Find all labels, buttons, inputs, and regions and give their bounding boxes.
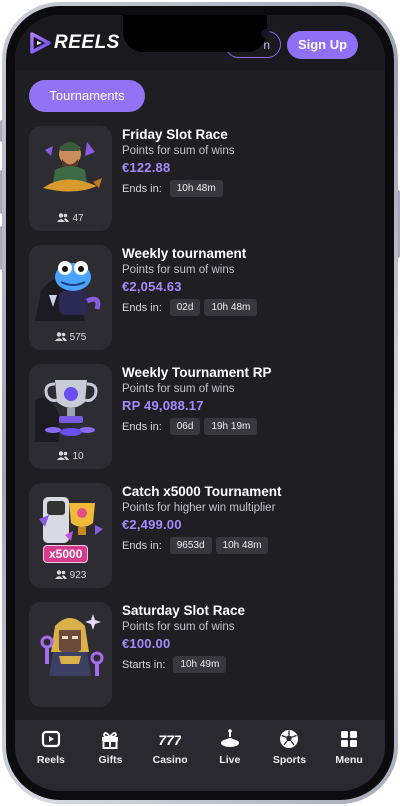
tournament-info: Weekly Tournament RP Points for sum of w…: [122, 364, 367, 435]
timer-chip: 9653d: [169, 537, 212, 554]
tournament-thumbnail[interactable]: x5000 923: [29, 483, 112, 588]
tournament-card[interactable]: 10 Weekly Tournament RP Points for sum o…: [29, 364, 369, 473]
player-count: 47: [29, 213, 112, 224]
top-bar: REELS n Sign Up: [15, 15, 385, 70]
tournament-thumbnail[interactable]: [29, 602, 112, 707]
tournament-card[interactable]: x5000 923 Catch x5000 Tournament Points f…: [29, 483, 369, 592]
timer-row: Ends in: 02d 10h 48m: [122, 299, 367, 316]
tournament-info: Catch x5000 Tournament Points for higher…: [122, 483, 367, 554]
player-count-value: 47: [72, 213, 84, 224]
timer-label: Starts in:: [122, 658, 166, 671]
nav-item-reels[interactable]: Reels: [23, 728, 79, 791]
tournament-title[interactable]: Weekly tournament: [122, 245, 367, 262]
reels-logo-icon: [30, 32, 51, 54]
tournament-prize: €100.00: [122, 636, 171, 651]
tournament-prize: €2,499.00: [122, 517, 182, 532]
nav-item-gifts[interactable]: Gifts: [82, 728, 138, 791]
tournament-prize: €2,054.63: [122, 279, 182, 294]
timer-row: Starts in: 10h 49m: [122, 656, 367, 673]
phone-bezel: REELS n Sign Up Tournaments 47 Friday Sl…: [6, 6, 394, 800]
pharaoh-art-icon: [40, 614, 104, 676]
timer-label: Ends in:: [122, 182, 162, 195]
player-count-value: 575: [69, 332, 87, 343]
timer-row: Ends in: 10h 48m: [122, 180, 367, 197]
timer-label: Ends in:: [122, 539, 162, 552]
trophy-art-icon: [35, 380, 98, 442]
x5000-badge: x5000: [43, 545, 89, 563]
nav-label: Casino: [152, 754, 188, 766]
nav-item-sports[interactable]: Sports: [261, 728, 317, 791]
player-count-value: 10: [72, 451, 84, 462]
tournament-list: 47 Friday Slot Race Points for sum of wi…: [29, 126, 369, 721]
timer-row: Ends in: 06d 19h 19m: [122, 418, 367, 435]
timer-row: Ends in: 9653d 10h 48m: [122, 537, 367, 554]
player-count: 575: [29, 332, 112, 343]
timer-chip: 02d: [169, 299, 201, 316]
tournament-thumbnail[interactable]: 47: [29, 126, 112, 231]
brand-name: REELS: [54, 32, 120, 53]
tournament-thumbnail[interactable]: 575: [29, 245, 112, 350]
tournament-prize: RP 49,088.17: [122, 398, 204, 413]
tournament-card[interactable]: Saturday Slot Race Points for sum of win…: [29, 602, 369, 711]
timer-chip: 10h 48m: [169, 180, 223, 197]
player-count: 923: [29, 570, 112, 581]
tournament-title[interactable]: Weekly Tournament RP: [122, 364, 367, 381]
tournament-description: Points for sum of wins: [122, 264, 235, 276]
nav-item-casino[interactable]: 777 Casino: [142, 728, 198, 791]
tournament-description: Points for sum of wins: [122, 383, 235, 395]
timer-chip: 06d: [169, 418, 201, 435]
roulette-icon: [220, 729, 239, 747]
gift-icon: [102, 732, 119, 749]
phone-frame: REELS n Sign Up Tournaments 47 Friday Sl…: [2, 2, 398, 804]
camera-notch: [123, 15, 270, 52]
grid-icon: [341, 731, 358, 747]
users-icon: [57, 451, 70, 460]
tournament-card[interactable]: 47 Friday Slot Race Points for sum of wi…: [29, 126, 369, 235]
nav-label: Live: [219, 754, 241, 766]
frog-art-icon: [35, 261, 101, 321]
tournament-prize: €122.88: [122, 160, 171, 175]
brand-logo[interactable]: REELS: [29, 32, 120, 54]
timer-chip: 10h 49m: [173, 656, 227, 673]
tournament-info: Friday Slot Race Points for sum of wins …: [122, 126, 367, 197]
nav-label: Gifts: [98, 754, 123, 766]
fisherman-art-icon: [43, 142, 102, 192]
camera-dot: [261, 29, 270, 38]
nav-label: Reels: [36, 754, 65, 766]
tab-tournaments[interactable]: Tournaments: [29, 80, 145, 112]
nav-item-live[interactable]: Live: [202, 728, 258, 791]
users-icon: [54, 332, 67, 341]
timer-chip: 10h 48m: [204, 299, 258, 316]
users-icon: [57, 213, 70, 222]
nav-item-menu[interactable]: Menu: [321, 728, 377, 791]
tournament-card[interactable]: 575 Weekly tournament Points for sum of …: [29, 245, 369, 354]
nav-label: Menu: [335, 754, 363, 766]
timer-chip: 10h 48m: [215, 537, 269, 554]
tournament-info: Saturday Slot Race Points for sum of win…: [122, 602, 367, 673]
soccer-ball-icon: [280, 730, 299, 748]
tournament-info: Weekly tournament Points for sum of wins…: [122, 245, 367, 316]
users-icon: [54, 570, 67, 579]
bottom-nav: Reels Gifts 777 Casino Live Sports Menu: [15, 720, 385, 791]
player-count: 10: [29, 451, 112, 462]
signup-button[interactable]: Sign Up: [287, 31, 358, 59]
tournament-description: Points for sum of wins: [122, 621, 235, 633]
tournament-title[interactable]: Catch x5000 Tournament: [122, 483, 367, 500]
tournament-description: Points for sum of wins: [122, 145, 235, 157]
svg-text:777: 777: [159, 732, 181, 748]
sevens-icon: 777: [159, 732, 181, 748]
timer-label: Ends in:: [122, 420, 162, 433]
player-count-value: 923: [69, 570, 87, 581]
play-square-icon: [41, 730, 60, 748]
timer-chip: 19h 19m: [204, 418, 258, 435]
tournament-title[interactable]: Friday Slot Race: [122, 126, 367, 143]
tournament-thumbnail[interactable]: 10: [29, 364, 112, 469]
tournament-description: Points for higher win multiplier: [122, 502, 276, 514]
timer-label: Ends in:: [122, 301, 162, 314]
screen: REELS n Sign Up Tournaments 47 Friday Sl…: [15, 15, 385, 791]
tournament-title[interactable]: Saturday Slot Race: [122, 602, 367, 619]
nav-label: Sports: [272, 754, 307, 766]
